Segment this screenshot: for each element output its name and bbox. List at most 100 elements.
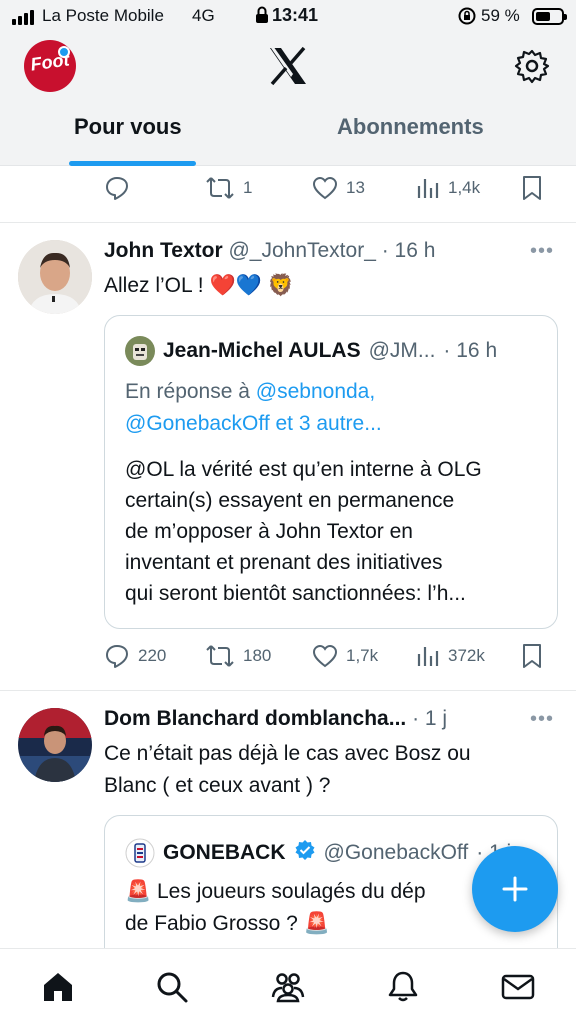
settings-gear-icon[interactable] <box>514 48 550 84</box>
reply-prefix: En réponse à <box>125 380 250 403</box>
tab-pour-vous[interactable]: Pour vous <box>74 114 182 140</box>
bottom-navigation <box>0 948 576 1024</box>
quoted-tweet[interactable]: Jean-Michel AULAS @JM... · 16 h En répon… <box>104 315 558 629</box>
view-count: 372k <box>448 646 485 665</box>
like-count: 13 <box>346 178 365 197</box>
tweet-text-content: Allez l’OL ! <box>104 274 204 297</box>
like-button[interactable]: 13 <box>312 168 365 208</box>
battery-percent: 59 % <box>481 6 520 25</box>
mention-link[interactable]: @GonebackOff et 3 autre... <box>125 412 382 435</box>
profile-avatar[interactable]: Foot <box>24 40 76 92</box>
active-tab-indicator <box>69 161 196 166</box>
plus-icon <box>502 876 528 902</box>
previous-tweet-actions: 1 13 1,4k <box>0 168 576 208</box>
quoted-author-name: Jean-Michel AULAS <box>163 339 361 362</box>
reply-count: 220 <box>138 646 167 665</box>
retweet-button[interactable]: 180 <box>205 636 271 676</box>
verified-badge-icon <box>294 839 316 867</box>
author-name[interactable]: John Textor <box>104 239 223 262</box>
quoted-tweet-header: GONEBACK @GonebackOff · 1 j <box>125 838 511 868</box>
messages-envelope-icon[interactable] <box>500 969 536 1005</box>
communities-icon[interactable] <box>270 969 306 1005</box>
orientation-lock-icon <box>457 6 477 31</box>
author-handle[interactable]: domblancha... <box>265 707 406 730</box>
quoted-text-line: certain(s) essayent en permanence <box>125 489 455 512</box>
like-button[interactable]: 1,7k <box>312 636 378 676</box>
views-button[interactable]: 1,4k <box>416 168 480 208</box>
heart-icon <box>312 644 338 668</box>
red-heart-emoji: ❤️ <box>209 274 236 297</box>
signal-icon <box>12 10 34 25</box>
carrier-label: La Poste Mobile <box>42 6 164 25</box>
bookmark-icon <box>523 644 541 668</box>
bookmark-button[interactable] <box>521 168 543 208</box>
reply-button[interactable] <box>104 168 130 208</box>
siren-emoji: 🚨 <box>125 880 152 903</box>
x-logo-icon[interactable] <box>266 44 310 88</box>
tab-abonnements[interactable]: Abonnements <box>337 114 484 140</box>
quoted-text-line: de m’opposer à John Textor en <box>125 520 413 543</box>
siren-emoji: 🚨 <box>303 912 330 935</box>
tweet-text-line: Ce n’était pas déjà le cas avec Bosz ou <box>104 742 471 765</box>
quoted-text-line: @OL la vérité est qu’en interne à OLG <box>125 458 482 481</box>
tweet-text: Ce n’était pas déjà le cas avec Bosz ou … <box>104 738 471 802</box>
quoted-text-line: de Fabio Grosso ? <box>125 912 298 935</box>
quoted-text-line: qui seront bientôt sanctionnées: l’h... <box>125 582 466 605</box>
notifications-bell-icon[interactable] <box>385 969 421 1005</box>
quoted-author-handle: @GonebackOff <box>323 841 469 864</box>
reply-icon <box>106 645 128 668</box>
bookmark-button[interactable] <box>521 636 543 676</box>
tweet-text: Allez l’OL ! ❤️💙 🦁 <box>104 270 294 302</box>
avatar <box>125 838 155 868</box>
views-chart-icon <box>417 647 439 666</box>
battery-icon <box>532 8 567 25</box>
views-chart-icon <box>417 179 439 198</box>
tweet-actions: 220 180 1,7k 372k <box>0 636 576 676</box>
more-options-icon[interactable]: ••• <box>530 240 554 263</box>
avatar <box>125 336 155 366</box>
quoted-text-line: Les joueurs soulagés du dép <box>157 880 426 903</box>
quoted-author-handle: @JM... <box>368 339 436 362</box>
clock: 13:41 <box>272 5 319 25</box>
views-button[interactable]: 372k <box>416 636 485 676</box>
tweet-header: John Textor @_JohnTextor_ · 16 h <box>104 239 435 263</box>
like-count: 1,7k <box>346 646 379 665</box>
more-options-icon[interactable]: ••• <box>530 708 554 731</box>
tweet-time: · 1 j <box>412 707 448 730</box>
heart-icon <box>312 176 338 200</box>
retweet-button[interactable]: 1 <box>205 168 252 208</box>
search-icon[interactable] <box>154 969 190 1005</box>
status-bar: La Poste Mobile 4G 13:41 59 % <box>0 0 576 34</box>
lion-emoji: 🦁 <box>267 274 294 297</box>
view-count: 1,4k <box>448 178 481 197</box>
quoted-author-name: GONEBACK <box>163 841 286 864</box>
retweet-icon <box>206 645 234 667</box>
mention-link[interactable]: @sebnonda, <box>256 380 375 403</box>
tweet-time: · 16 h <box>381 239 436 262</box>
quoted-text-line: inventant et prenant des initiatives <box>125 551 443 574</box>
divider <box>0 222 576 223</box>
reply-context: En réponse à @sebnonda, @GonebackOff et … <box>125 376 382 440</box>
quoted-tweet-time: · 16 h <box>443 339 498 362</box>
avatar[interactable] <box>18 708 92 782</box>
bookmark-icon <box>523 176 541 200</box>
lock-icon <box>255 6 269 29</box>
tweet-text-line: Blanc ( et ceux avant ) ? <box>104 774 331 797</box>
retweet-count: 180 <box>243 646 272 665</box>
home-icon[interactable] <box>40 969 76 1005</box>
reply-icon <box>106 177 128 200</box>
network-label: 4G <box>192 6 215 25</box>
retweet-count: 1 <box>243 178 253 197</box>
quoted-tweet-header: Jean-Michel AULAS @JM... · 16 h <box>125 336 497 366</box>
reply-button[interactable]: 220 <box>104 636 166 676</box>
author-handle[interactable]: @_JohnTextor_ <box>228 239 375 262</box>
author-name[interactable]: Dom Blanchard <box>104 707 259 730</box>
divider <box>0 690 576 691</box>
compose-tweet-button[interactable] <box>472 846 558 932</box>
blue-heart-emoji: 💙 <box>235 274 262 297</box>
top-header: Foot Pour vous Abonnements <box>0 34 576 166</box>
retweet-icon <box>206 177 234 199</box>
avatar[interactable] <box>18 240 92 314</box>
tweet-header: Dom Blanchard domblancha... · 1 j <box>104 707 447 731</box>
quoted-tweet-text: @OL la vérité est qu’en interne à OLG ce… <box>125 454 545 609</box>
